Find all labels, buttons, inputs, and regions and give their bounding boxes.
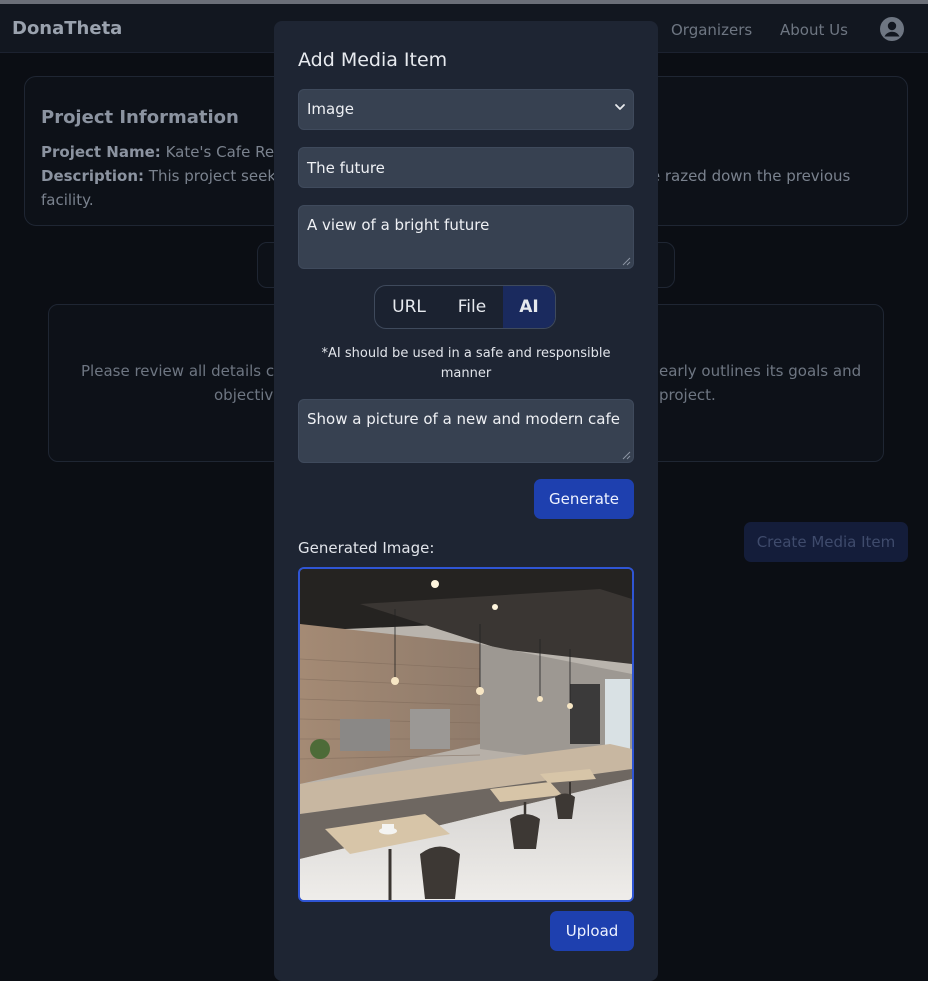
create-media-item-button[interactable]: Create Media Item [744, 522, 908, 562]
nav-link-organizers[interactable]: Organizers [671, 21, 752, 39]
media-description-textarea[interactable]: A view of a bright future [298, 205, 634, 269]
media-type-select[interactable]: Image [298, 89, 634, 130]
project-name-label: Project Name: [41, 143, 161, 161]
upload-button[interactable]: Upload [550, 911, 634, 951]
source-tab-ai[interactable]: AI [503, 286, 555, 328]
generated-image [298, 567, 634, 902]
nav-link-about-us[interactable]: About Us [780, 21, 848, 39]
project-description-end: facility. [41, 191, 94, 209]
cafe-interior-image [300, 569, 632, 900]
project-description-label: Description: [41, 167, 145, 185]
modal-title: Add Media Item [298, 49, 448, 71]
ai-prompt-value: Show a picture of a new and modern cafe [307, 410, 620, 428]
chevron-down-icon [615, 104, 625, 110]
media-source-toggle: URL File AI [374, 285, 556, 329]
source-tab-url[interactable]: URL [377, 286, 441, 328]
generated-image-label: Generated Image: [298, 539, 435, 557]
review-notice-right-line1: early outlines its goals and [659, 362, 862, 380]
project-name-line: Project Name: Kate's Cafe Rebu [41, 143, 293, 161]
resize-grip-icon[interactable] [621, 450, 631, 460]
review-notice-left-line1: Please review all details co [81, 362, 284, 380]
ai-usage-note: *AI should be used in a safe and respons… [321, 346, 611, 381]
account-circle-icon[interactable] [879, 16, 905, 42]
review-notice-right-line2: project. [659, 386, 716, 404]
resize-grip-icon[interactable] [621, 256, 631, 266]
project-information-title: Project Information [41, 107, 239, 128]
project-description-line: Description: This project seeks [41, 167, 284, 185]
media-title-input[interactable]: The future [298, 147, 634, 188]
project-description-value: This project seeks [148, 167, 284, 185]
media-title-value: The future [307, 159, 385, 177]
ai-prompt-textarea[interactable]: Show a picture of a new and modern cafe [298, 399, 634, 463]
media-description-value: A view of a bright future [307, 216, 490, 234]
add-media-item-modal: Add Media Item Image The future A view o… [274, 21, 658, 981]
project-description-continued: re razed down the previous [645, 167, 851, 185]
media-type-value: Image [307, 100, 354, 118]
source-tab-file[interactable]: File [441, 286, 503, 328]
generate-button[interactable]: Generate [534, 479, 634, 519]
review-notice-left-line2: objectiv [214, 386, 274, 404]
brand-logo[interactable]: DonaTheta [12, 18, 122, 39]
